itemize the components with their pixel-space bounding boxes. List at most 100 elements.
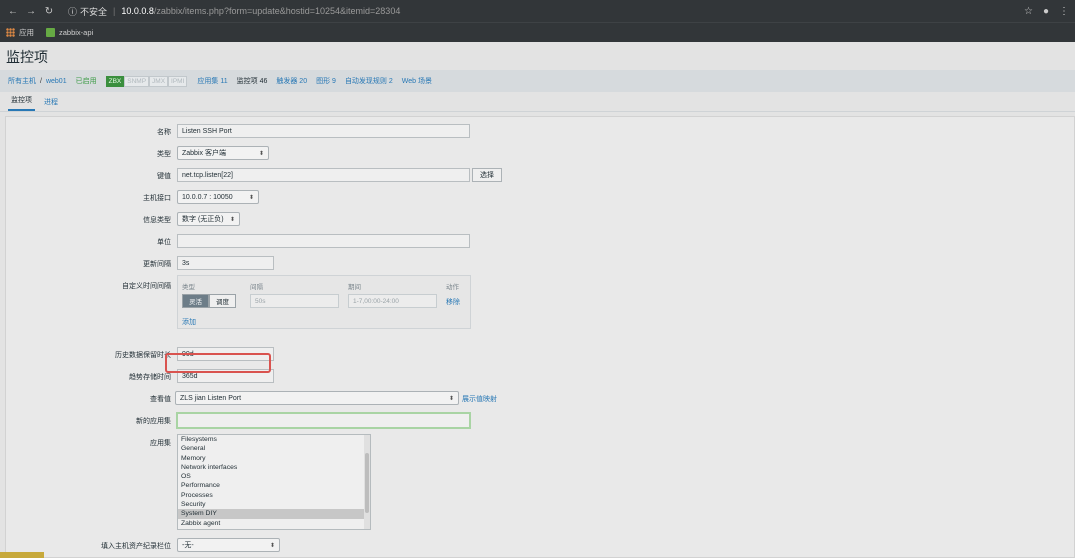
tag-snmp: SNMP — [124, 75, 150, 87]
forward-icon[interactable]: → — [24, 4, 38, 18]
custom-intervals-label: 自定义时间间隔 — [122, 283, 171, 290]
tag-ipmi: IPMI — [168, 75, 188, 87]
add-interval-link[interactable]: 添加 — [182, 317, 196, 327]
valuemap-label: 查看值 — [150, 396, 171, 403]
menu-icon[interactable]: ⋮ — [1059, 6, 1069, 17]
show-valuemap-link[interactable]: 展示值映射 — [462, 394, 497, 404]
custom-interval-input[interactable]: 50s — [250, 294, 339, 308]
header-action: 动作 — [446, 284, 459, 291]
unit-label: 单位 — [157, 239, 171, 246]
tag-jmx: JMX — [149, 75, 169, 87]
unit-field[interactable] — [177, 234, 470, 248]
link-triggers[interactable]: 触发器 20 — [276, 76, 307, 86]
list-item[interactable]: Processes — [178, 491, 370, 500]
select-arrows-icon: ⬍ — [248, 194, 254, 201]
info-icon[interactable]: ⓘ — [68, 5, 77, 18]
custom-period-input[interactable]: 1-7,00:00-24:00 — [348, 294, 437, 308]
applications-label: 应用集 — [150, 440, 171, 447]
applications-listbox[interactable]: Filesystems General Memory Network inter… — [177, 434, 371, 530]
name-label: 名称 — [157, 129, 171, 136]
header-period: 期间 — [348, 284, 361, 291]
link-discovery[interactable]: 自动发现规则 2 — [345, 76, 393, 86]
interface-select[interactable]: 10.0.0.7 : 10050 ⬍ — [177, 190, 259, 204]
remove-interval-link[interactable]: 移除 — [446, 297, 460, 307]
type-select-value: Zabbix 客户端 — [182, 150, 226, 157]
apps-grid-icon — [6, 28, 15, 37]
key-label: 键值 — [157, 173, 171, 180]
breadcrumb: 所有主机 / web01 已启用 ZBX SNMP JMX IPMI 应用集 1… — [0, 70, 1075, 92]
flexible-option[interactable]: 灵活 — [182, 294, 209, 308]
page-title: 监控项 — [6, 49, 48, 65]
inventory-label: 填入主机资产纪录栏位 — [101, 543, 171, 550]
update-interval-label: 更新间隔 — [143, 261, 171, 268]
list-item[interactable]: Performance — [178, 481, 370, 490]
tab-process[interactable]: 进程 — [41, 97, 61, 111]
inventory-select[interactable]: -无- ⬍ — [177, 538, 280, 552]
tag-zbx: ZBX — [105, 75, 125, 87]
bookmark-favicon-icon — [46, 28, 55, 37]
profile-icon[interactable]: ● — [1043, 6, 1049, 17]
valuemap-select-value: ZLS jian Listen Port — [180, 394, 242, 402]
interface-label: 主机接口 — [143, 195, 171, 202]
list-item[interactable]: OS — [178, 472, 370, 481]
interval-type-toggle: 灵活 调度 — [182, 294, 236, 308]
info-type-select-value: 数字 (无正负) — [182, 216, 224, 223]
select-arrows-icon: ⬍ — [269, 542, 275, 549]
name-field[interactable]: Listen SSH Port — [177, 124, 470, 138]
bookmarks-bar: 应用 zabbix-api — [0, 22, 1075, 42]
custom-intervals-table: 类型 间隔 期间 动作 灵活 调度 50s 1-7,00:00-24:00 移除… — [177, 275, 471, 329]
key-field[interactable]: net.tcp.listen[22] — [177, 168, 470, 182]
key-select-button[interactable]: 选择 — [472, 168, 502, 182]
info-type-select[interactable]: 数字 (无正负) ⬍ — [177, 212, 240, 226]
select-arrows-icon: ⬍ — [258, 150, 264, 157]
bookmark-apps[interactable]: 应用 — [6, 27, 34, 38]
url-path: /zabbix/items.php?form=update&hostid=102… — [153, 6, 401, 16]
breadcrumb-separator: / — [40, 77, 42, 85]
trend-label: 趋势存储时间 — [129, 374, 171, 381]
host-status-enabled[interactable]: 已启用 — [76, 76, 97, 86]
reload-icon[interactable]: ↻ — [42, 4, 56, 18]
item-form: 名称 Listen SSH Port 类型 Zabbix 客户端 ⬍ 键值 net… — [5, 116, 1075, 558]
list-item[interactable]: Zabbix agent — [178, 519, 370, 528]
info-type-label: 信息类型 — [143, 217, 171, 224]
url-host: 10.0.0.8 — [121, 6, 154, 16]
list-item[interactable]: Network interfaces — [178, 463, 370, 472]
list-item[interactable]: Filesystems — [178, 435, 370, 444]
interface-select-value: 10.0.0.7 : 10050 — [182, 193, 233, 201]
tab-bar: 监控项 进程 — [0, 92, 1075, 112]
breadcrumb-all-hosts[interactable]: 所有主机 — [8, 76, 36, 86]
new-application-field[interactable] — [176, 412, 471, 429]
bookmark-label: zabbix-api — [59, 28, 94, 37]
bookmark-zabbix-api[interactable]: zabbix-api — [46, 28, 93, 37]
list-item[interactable]: Security — [178, 500, 370, 509]
link-web[interactable]: Web 场景 — [402, 76, 432, 86]
tab-item[interactable]: 监控项 — [8, 95, 35, 111]
listbox-scrollbar[interactable] — [364, 435, 370, 529]
link-graphs[interactable]: 图形 9 — [316, 76, 336, 86]
address-bar[interactable]: ⓘ 不安全 | 10.0.0.8 /zabbix/items.php?form=… — [68, 3, 400, 19]
breadcrumb-host[interactable]: web01 — [46, 78, 67, 85]
scheduling-option[interactable]: 调度 — [209, 294, 236, 308]
url-separator: | — [113, 6, 116, 16]
security-warning: 不安全 — [80, 6, 108, 17]
type-label: 类型 — [157, 151, 171, 158]
new-app-label: 新的应用集 — [136, 418, 171, 425]
header-interval: 间隔 — [250, 284, 263, 291]
list-item[interactable]: Memory — [178, 454, 370, 463]
valuemap-select[interactable]: ZLS jian Listen Port ⬍ — [175, 391, 459, 405]
scrollbar-thumb[interactable] — [365, 453, 369, 513]
back-icon[interactable]: ← — [6, 4, 20, 18]
link-items[interactable]: 监控项 46 — [237, 76, 268, 86]
type-select[interactable]: Zabbix 客户端 ⬍ — [177, 146, 269, 160]
highlight-box — [165, 353, 271, 373]
link-applications[interactable]: 应用集 11 — [197, 76, 227, 86]
star-icon[interactable]: ☆ — [1024, 6, 1033, 17]
inventory-select-value: -无- — [182, 542, 194, 549]
list-item-selected[interactable]: System DIY — [178, 509, 370, 519]
update-interval-field[interactable]: 3s — [177, 256, 274, 270]
corner-marker — [0, 552, 44, 558]
bookmark-label: 应用 — [19, 28, 34, 37]
history-label: 历史数据保留时长 — [115, 352, 171, 359]
header-type: 类型 — [182, 284, 195, 291]
list-item[interactable]: General — [178, 444, 370, 453]
